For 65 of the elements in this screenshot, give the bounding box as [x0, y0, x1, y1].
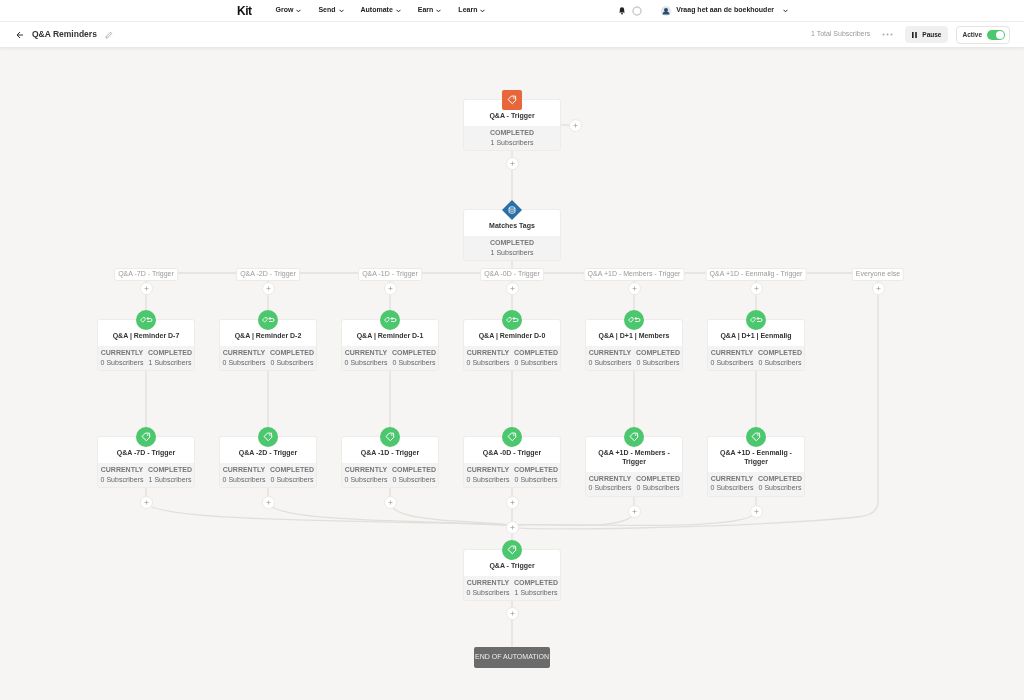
add-step-button[interactable]: [384, 496, 396, 508]
add-step-button[interactable]: [872, 282, 884, 294]
tag-icon: [136, 427, 156, 447]
plus-icon: [509, 610, 515, 616]
tag-icon: [258, 427, 278, 447]
tag-icon: [502, 90, 522, 110]
plus-icon: [875, 285, 881, 291]
add-step-button[interactable]: [262, 496, 274, 508]
plus-icon: [509, 499, 515, 505]
add-step-button[interactable]: [262, 282, 274, 294]
pencil-icon[interactable]: [104, 30, 113, 39]
add-step-button[interactable]: [628, 282, 640, 294]
plus-icon: [387, 285, 393, 291]
add-step-button[interactable]: [628, 505, 640, 517]
caret-icon: [783, 8, 788, 13]
caret-icon: [480, 8, 486, 13]
tag-icon: [746, 427, 766, 447]
caret-icon: [436, 8, 442, 13]
plus-icon: [265, 499, 271, 505]
add-step-button[interactable]: [569, 119, 581, 131]
sequence-icon: [258, 310, 278, 330]
caret-icon: [338, 8, 344, 13]
plus-icon: [753, 285, 759, 291]
add-step-button[interactable]: [506, 521, 518, 533]
plus-icon: [509, 524, 515, 530]
plus-icon: [509, 285, 515, 291]
add-step-button[interactable]: [750, 505, 762, 517]
plus-icon: [753, 508, 759, 514]
more-options-icon[interactable]: [882, 33, 894, 36]
plus-icon: [631, 508, 637, 514]
caret-icon: [395, 8, 401, 13]
tag-icon: [624, 427, 644, 447]
plus-icon: [143, 285, 149, 291]
avatar-icon: [661, 5, 672, 16]
plus-icon: [631, 285, 637, 291]
sequence-icon: [746, 310, 766, 330]
caret-icon: [296, 8, 302, 13]
automation-title: Q&A Reminders: [32, 28, 97, 41]
add-step-button[interactable]: [750, 282, 762, 294]
add-step-button[interactable]: [140, 496, 152, 508]
loading-ring-icon: [632, 5, 643, 16]
pause-icon: [912, 31, 918, 38]
add-step-button[interactable]: [506, 282, 518, 294]
plus-icon: [143, 499, 149, 505]
sequence-icon: [136, 310, 156, 330]
plus-icon: [572, 122, 578, 128]
tag-icon: [502, 540, 522, 560]
sequence-icon: [624, 310, 644, 330]
active-toggle[interactable]: [987, 29, 1005, 40]
back-arrow-icon[interactable]: [16, 30, 24, 39]
add-step-button[interactable]: [140, 282, 152, 294]
add-step-button[interactable]: [384, 282, 396, 294]
brand-logo[interactable]: Kit: [237, 1, 252, 20]
plus-icon: [265, 285, 271, 291]
bell-icon[interactable]: [618, 6, 627, 15]
plus-icon: [387, 499, 393, 505]
tag-icon: [380, 427, 400, 447]
plus-icon: [509, 160, 515, 166]
sequence-icon: [502, 310, 522, 330]
add-step-button[interactable]: [506, 157, 518, 169]
tag-icon: [502, 427, 522, 447]
add-step-button[interactable]: [506, 607, 518, 619]
sequence-icon: [380, 310, 400, 330]
condition-icon: [502, 200, 522, 220]
add-step-button[interactable]: [506, 496, 518, 508]
